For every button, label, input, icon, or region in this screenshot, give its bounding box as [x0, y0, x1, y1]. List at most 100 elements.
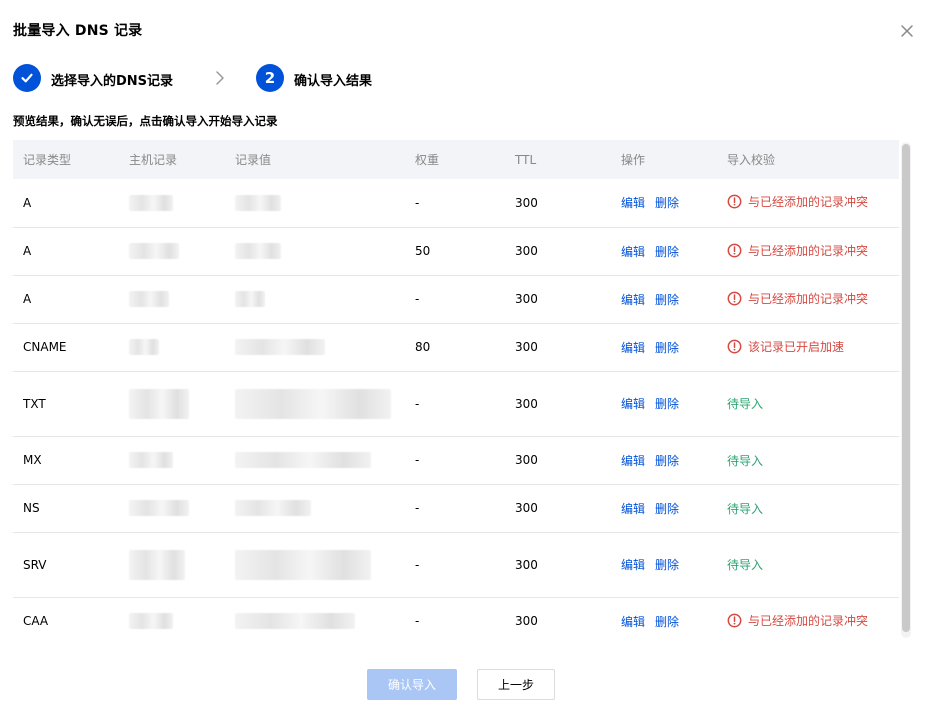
redacted-value [235, 339, 325, 355]
status-error: 与已经添加的记录冲突 [727, 193, 868, 210]
cell-host [119, 371, 225, 437]
redacted-value [235, 291, 265, 307]
status-error: 与已经添加的记录冲突 [727, 242, 868, 259]
status-pending: 待导入 [727, 501, 764, 516]
cell-check: 与已经添加的记录冲突 [717, 597, 899, 640]
edit-link[interactable]: 编辑 [621, 454, 645, 468]
status-pending: 待导入 [727, 397, 764, 411]
cell-check: 与已经添加的记录冲突 [717, 179, 899, 228]
delete-link[interactable]: 删除 [655, 615, 679, 629]
delete-link[interactable]: 删除 [655, 341, 679, 355]
table-row: MX -300 编辑 删除 待导入 [13, 436, 899, 485]
redacted-host [129, 339, 159, 355]
cell-ttl: 300 [505, 371, 611, 437]
step-2-number: 2 [256, 64, 284, 92]
edit-link[interactable]: 编辑 [621, 293, 645, 307]
cell-ttl: 300 [505, 532, 611, 598]
cell-record-type: CAA [13, 597, 119, 640]
cell-ttl: 300 [505, 323, 611, 372]
table-row: A 50 300 编辑 删除 与已经添加的记录冲突 [13, 227, 899, 276]
cell-record-type: CNAME [13, 323, 119, 372]
cell-actions: 编辑 删除 [611, 597, 717, 640]
cell-actions: 编辑 删除 [611, 371, 717, 437]
cell-value [225, 179, 405, 228]
cell-ttl: 300 [505, 179, 611, 228]
scrollbar-thumb[interactable] [902, 144, 910, 632]
delete-link[interactable]: 删除 [655, 502, 679, 516]
cell-weight: - [405, 179, 505, 228]
cell-weight: - [405, 371, 505, 437]
cell-host [119, 436, 225, 485]
cell-host [119, 179, 225, 228]
close-icon[interactable] [898, 22, 916, 40]
cell-host [119, 227, 225, 276]
cell-value [225, 436, 405, 485]
table-row: A -300 编辑 删除 与已经添加的记录冲突 [13, 179, 899, 228]
edit-link[interactable]: 编辑 [621, 341, 645, 355]
preview-hint: 预览结果，确认无误后，点击确认导入开始导入记录 [13, 114, 278, 128]
edit-link[interactable]: 编辑 [621, 615, 645, 629]
redacted-value [235, 194, 281, 211]
status-text: 与已经添加的记录冲突 [748, 243, 869, 258]
cell-value [225, 275, 405, 324]
table-scrollbar[interactable] [901, 142, 911, 638]
redacted-value [235, 452, 371, 468]
edit-link[interactable]: 编辑 [621, 558, 645, 572]
delete-link[interactable]: 删除 [655, 558, 679, 572]
previous-step-button[interactable]: 上一步 [477, 669, 555, 700]
import-dns-dialog: 批量导入 DNS 记录 选择导入的DNS记录 2 确认导入结果 预览结果，确认无… [0, 0, 930, 715]
table-row: SRV -300 编辑 删除 待导入 [13, 532, 899, 598]
edit-link[interactable]: 编辑 [621, 397, 645, 411]
confirm-import-button[interactable]: 确认导入 [367, 669, 457, 700]
cell-ttl: 300 [505, 484, 611, 533]
cell-weight: - [405, 275, 505, 324]
edit-link[interactable]: 编辑 [621, 196, 645, 210]
redacted-host [129, 452, 173, 468]
status-pending: 待导入 [727, 558, 764, 572]
redacted-value [235, 388, 391, 419]
cell-record-type: A [13, 179, 119, 228]
cell-actions: 编辑 删除 [611, 275, 717, 324]
delete-link[interactable]: 删除 [655, 196, 679, 210]
cell-check: 待导入 [717, 532, 899, 598]
cell-ttl: 300 [505, 436, 611, 485]
cell-ttl: 300 [505, 597, 611, 640]
check-icon [13, 64, 41, 92]
cell-ttl: 300 [505, 275, 611, 324]
cell-host [119, 323, 225, 372]
table-header: 记录类型 主机记录 记录值 权重 TTL 操作 导入校验 [13, 140, 899, 179]
cell-record-type: MX [13, 436, 119, 485]
chevron-right-icon [213, 70, 227, 86]
delete-link[interactable]: 删除 [655, 293, 679, 307]
cell-weight: 50 [405, 227, 505, 276]
edit-link[interactable]: 编辑 [621, 502, 645, 516]
cell-value [225, 597, 405, 640]
cell-check: 待导入 [717, 484, 899, 533]
records-table: 记录类型 主机记录 记录值 权重 TTL 操作 导入校验 A -300 编辑 删除 与已… [13, 140, 899, 640]
edit-link[interactable]: 编辑 [621, 245, 645, 259]
warning-icon [727, 291, 742, 305]
delete-link[interactable]: 删除 [655, 245, 679, 259]
cell-value [225, 484, 405, 533]
table-row: CNAME 80 300 编辑 删除 该记录已开启加速 [13, 323, 899, 372]
redacted-value [235, 549, 371, 580]
status-error: 该记录已开启加速 [727, 338, 844, 355]
cell-actions: 编辑 删除 [611, 179, 717, 228]
cell-check: 与已经添加的记录冲突 [717, 227, 899, 276]
delete-link[interactable]: 删除 [655, 397, 679, 411]
cell-host [119, 275, 225, 324]
cell-record-type: A [13, 275, 119, 324]
redacted-host [129, 613, 173, 629]
cell-host [119, 484, 225, 533]
cell-check: 待导入 [717, 436, 899, 485]
header-host: 主机记录 [129, 153, 178, 167]
step-2-label: 确认导入结果 [294, 74, 373, 89]
cell-weight: 80 [405, 323, 505, 372]
delete-link[interactable]: 删除 [655, 454, 679, 468]
table-row: TXT -300 编辑 删除 待导入 [13, 371, 899, 437]
cell-check: 与已经添加的记录冲突 [717, 275, 899, 324]
redacted-value [235, 500, 311, 516]
status-text: 与已经添加的记录冲突 [748, 195, 869, 210]
cell-weight: - [405, 484, 505, 533]
redacted-value [235, 613, 355, 629]
